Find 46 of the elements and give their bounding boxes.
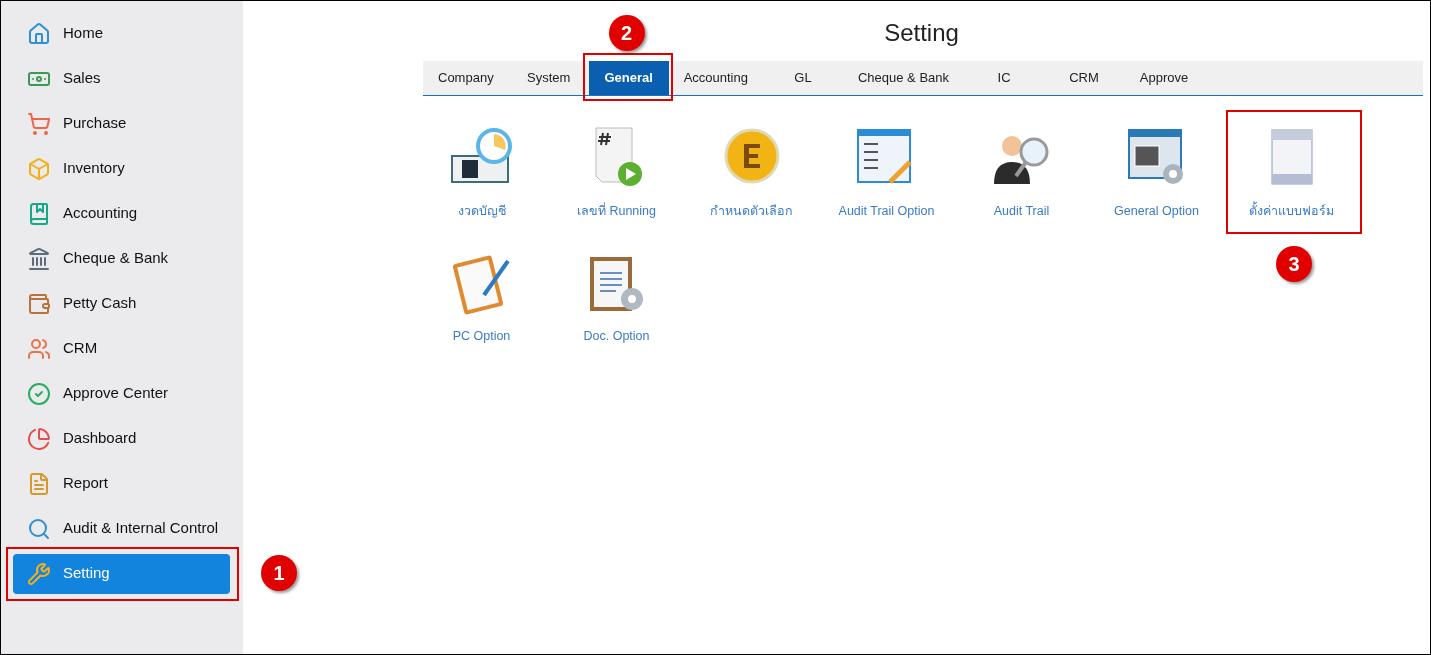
- setting-tile[interactable]: General Option: [1114, 126, 1199, 221]
- report-icon: [27, 471, 51, 496]
- tab[interactable]: Company: [423, 61, 509, 95]
- setting-tile[interactable]: Audit Trail Option: [838, 126, 935, 221]
- sidebar-item[interactable]: Audit & Internal Control: [13, 508, 230, 549]
- tab[interactable]: CRM: [1044, 61, 1125, 95]
- page-title: Setting: [884, 18, 959, 48]
- people-icon: [27, 336, 51, 361]
- sidebar-item[interactable]: Home: [13, 13, 230, 54]
- setting-tile[interactable]: เลขที่ Running: [576, 126, 656, 221]
- pie-chart-icon: [27, 426, 51, 451]
- magnifier-icon: [27, 516, 51, 541]
- tab[interactable]: IC: [964, 61, 1045, 95]
- step-badge: 2: [608, 15, 645, 51]
- setting-tile[interactable]: งวดบัญชี: [449, 126, 514, 221]
- sidebar-item[interactable]: Petty Cash: [13, 283, 230, 324]
- cart-icon: [27, 111, 51, 136]
- setting-tile[interactable]: PC Option: [449, 250, 514, 346]
- check-circle-icon: [27, 381, 51, 406]
- setting-tile[interactable]: กำหนดตัวเลือก: [710, 126, 793, 221]
- tab[interactable]: Approve: [1124, 61, 1205, 95]
- setting-tile[interactable]: Doc. Option: [583, 250, 650, 346]
- wrench-icon: [27, 561, 51, 586]
- sidebar-item[interactable]: Sales: [13, 58, 230, 99]
- tab[interactable]: System: [508, 61, 589, 95]
- tab[interactable]: Cheque & Bank: [842, 61, 965, 95]
- step-badge: 3: [1276, 246, 1312, 282]
- bank-icon: [27, 246, 51, 271]
- tab[interactable]: GL: [762, 61, 843, 95]
- setting-tile[interactable]: Audit Trail: [989, 126, 1054, 221]
- sidebar-item[interactable]: Accounting: [13, 193, 230, 234]
- sidebar-item[interactable]: Report: [13, 463, 230, 504]
- box-icon: [27, 156, 51, 181]
- sidebar-item[interactable]: Approve Center: [13, 373, 230, 414]
- tab[interactable]: General: [588, 61, 669, 95]
- sidebar-item[interactable]: Setting: [13, 553, 230, 594]
- sidebar-item[interactable]: Purchase: [13, 103, 230, 144]
- tab[interactable]: Accounting: [668, 61, 763, 95]
- sidebar-item[interactable]: CRM: [13, 328, 230, 369]
- book-icon: [27, 201, 51, 226]
- sidebar-item[interactable]: Dashboard: [13, 418, 230, 459]
- setting-tile[interactable]: ตั้งค่าแบบฟอร์ม: [1249, 126, 1334, 221]
- sidebar-item[interactable]: Cheque & Bank: [13, 238, 230, 279]
- sidebar-item[interactable]: Inventory: [13, 148, 230, 189]
- wallet-icon: [27, 291, 51, 316]
- step-badge: 1: [261, 555, 297, 591]
